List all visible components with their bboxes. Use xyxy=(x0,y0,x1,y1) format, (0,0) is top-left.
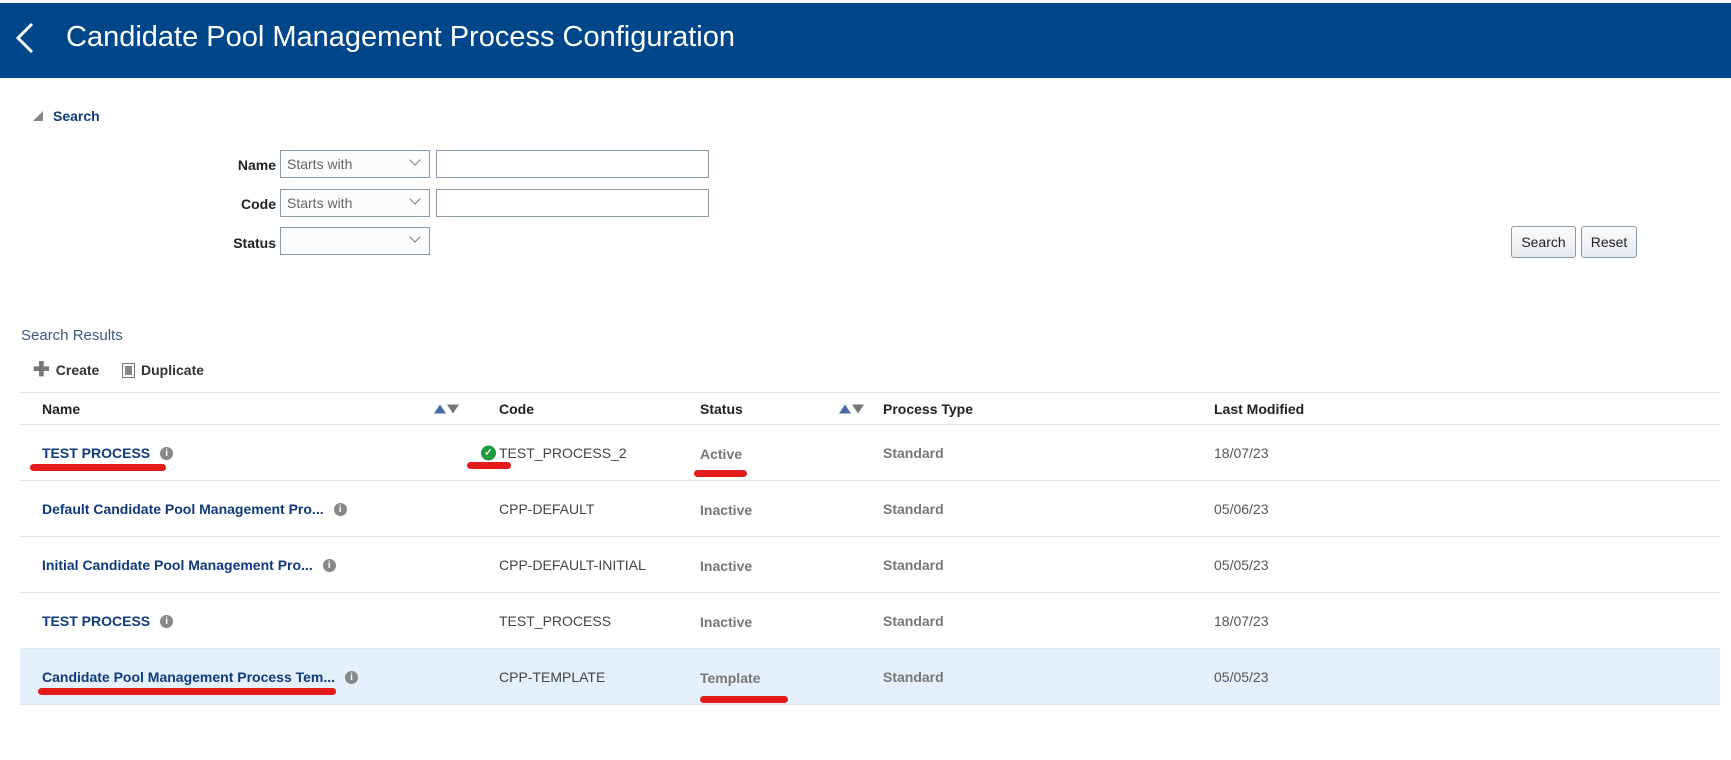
chevron-down-icon xyxy=(409,193,421,205)
sort-descending-icon[interactable] xyxy=(447,404,459,413)
duplicate-button[interactable]: Duplicate xyxy=(122,362,204,378)
name-operator-select[interactable]: Starts with xyxy=(280,150,430,178)
name-cell: Candidate Pool Management Process Tem...… xyxy=(42,669,359,685)
back-chevron-icon[interactable] xyxy=(12,20,42,56)
chevron-down-icon xyxy=(409,231,421,243)
status-sort-icons[interactable] xyxy=(839,404,864,413)
code-operator-value: Starts with xyxy=(287,195,353,211)
last-modified-cell: 05/05/23 xyxy=(1214,668,1269,685)
status-cell: Template xyxy=(700,669,761,686)
status-cell: Inactive xyxy=(700,557,753,574)
name-input[interactable] xyxy=(436,150,709,178)
table-row[interactable]: TEST PROCESS i TEST_PROCESS Inactive Standar… xyxy=(20,593,1720,649)
info-icon[interactable]: i xyxy=(345,671,359,685)
red-annotation-mark xyxy=(38,688,336,695)
process-type-cell: Standard xyxy=(883,500,944,517)
code-cell: TEST_PROCESS_2 xyxy=(499,444,627,461)
sort-descending-icon[interactable] xyxy=(852,404,864,413)
status-cell: Inactive xyxy=(700,501,753,518)
column-header-name[interactable]: Name xyxy=(42,401,80,417)
code-cell: CPP-DEFAULT-INITIAL xyxy=(499,556,646,573)
code-cell: CPP-TEMPLATE xyxy=(499,668,606,685)
process-name-link[interactable]: Candidate Pool Management Process Tem... xyxy=(42,669,335,685)
status-label: Status xyxy=(233,235,276,251)
last-modified-cell: 18/07/23 xyxy=(1214,612,1269,629)
red-annotation-mark xyxy=(694,470,747,477)
status-cell: Inactive xyxy=(700,613,753,630)
process-name-link[interactable]: Initial Candidate Pool Management Pro... xyxy=(42,557,313,573)
last-modified-cell: 05/05/23 xyxy=(1214,556,1269,573)
table-row[interactable]: TEST PROCESS i ✓ TEST_PROCESS_2 Active Standa… xyxy=(20,425,1720,481)
red-annotation-mark xyxy=(30,464,166,471)
duplicate-icon xyxy=(122,362,135,378)
status-select[interactable] xyxy=(280,227,430,255)
check-circle-icon: ✓ xyxy=(481,445,496,460)
sort-ascending-icon[interactable] xyxy=(434,404,446,413)
last-modified-cell: 05/06/23 xyxy=(1214,500,1269,517)
name-cell: Default Candidate Pool Management Pro...… xyxy=(42,501,347,517)
process-type-cell: Standard xyxy=(883,668,944,685)
info-icon[interactable]: i xyxy=(160,447,174,461)
process-name-link[interactable]: Default Candidate Pool Management Pro... xyxy=(42,501,324,517)
red-annotation-mark xyxy=(700,696,788,703)
search-section-label: Search xyxy=(53,108,100,124)
column-header-code: Code xyxy=(499,400,534,417)
table-row[interactable]: Default Candidate Pool Management Pro...… xyxy=(20,481,1720,537)
last-modified-cell: 18/07/23 xyxy=(1214,444,1269,461)
process-type-cell: Standard xyxy=(883,556,944,573)
sort-ascending-icon[interactable] xyxy=(839,404,851,413)
column-header-status[interactable]: Status xyxy=(700,401,743,417)
table-row[interactable]: Initial Candidate Pool Management Pro...… xyxy=(20,537,1720,593)
info-icon[interactable]: i xyxy=(322,559,336,573)
table-header-row: Name Code Status Process Type Last Modif… xyxy=(20,392,1720,425)
chevron-down-icon xyxy=(409,154,421,166)
process-type-cell: Standard xyxy=(883,444,944,461)
reset-button[interactable]: Reset xyxy=(1581,226,1637,258)
process-type-cell: Standard xyxy=(883,612,944,629)
create-label: Create xyxy=(55,362,100,378)
plus-icon: ✚ xyxy=(33,359,50,381)
code-operator-select[interactable]: Starts with xyxy=(280,189,430,217)
info-icon[interactable]: i xyxy=(333,503,347,517)
red-annotation-mark xyxy=(467,462,511,469)
name-cell: TEST PROCESS i xyxy=(42,445,174,461)
search-section-toggle[interactable]: Search xyxy=(33,108,100,124)
name-operator-value: Starts with xyxy=(287,156,353,172)
info-icon[interactable]: i xyxy=(160,615,174,629)
name-label: Name xyxy=(237,157,276,173)
code-cell: TEST_PROCESS xyxy=(499,612,612,629)
create-button[interactable]: ✚ Create xyxy=(33,359,100,381)
duplicate-label: Duplicate xyxy=(141,362,205,378)
process-name-link[interactable]: TEST PROCESS xyxy=(42,613,150,629)
table-row[interactable]: Candidate Pool Management Process Tem...… xyxy=(20,649,1720,705)
code-input[interactable] xyxy=(436,189,709,217)
collapse-triangle-icon xyxy=(33,111,43,121)
page-title: Candidate Pool Management Process Config… xyxy=(66,21,736,53)
status-cell: Active xyxy=(700,445,743,462)
name-cell: Initial Candidate Pool Management Pro...… xyxy=(42,557,336,573)
process-name-link[interactable]: TEST PROCESS xyxy=(42,445,150,461)
search-button[interactable]: Search xyxy=(1511,226,1576,258)
code-label: Code xyxy=(241,196,276,212)
column-header-last-modified: Last Modified xyxy=(1214,400,1305,417)
name-sort-icons[interactable] xyxy=(434,404,459,413)
column-header-process-type: Process Type xyxy=(883,400,974,417)
search-results-title: Search Results xyxy=(21,327,123,344)
code-cell: CPP-DEFAULT xyxy=(499,500,595,517)
name-cell: TEST PROCESS i xyxy=(42,613,174,629)
